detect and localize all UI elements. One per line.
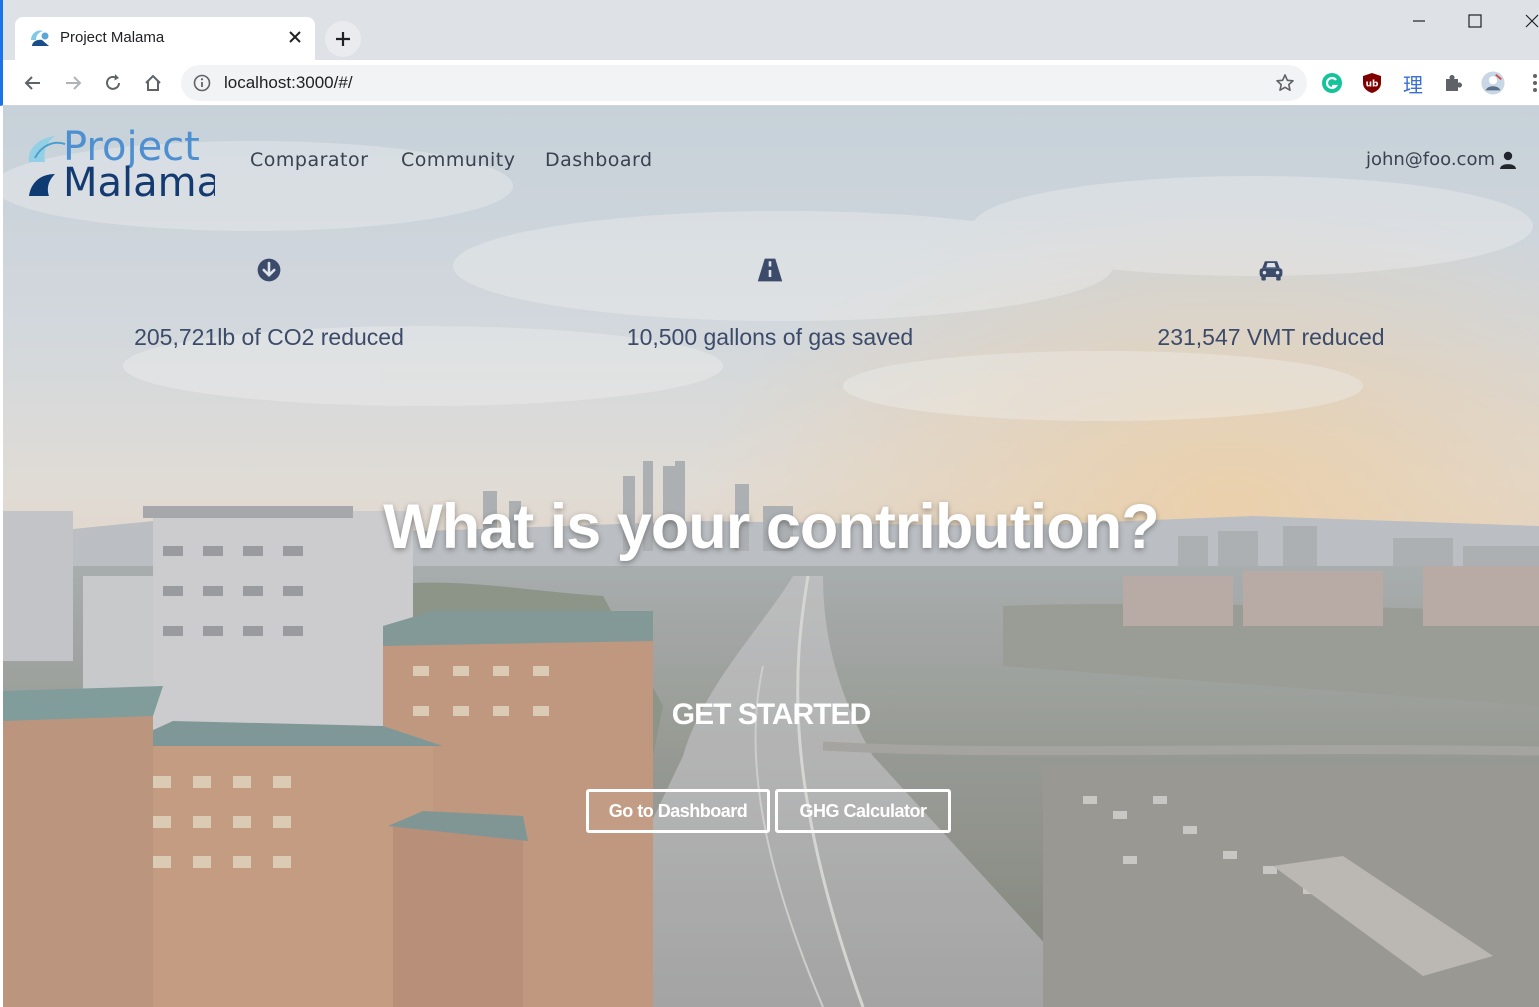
browser-toolbar: localhost:3000/#/ ub 理 <box>0 60 1539 106</box>
nav-link-comparator[interactable]: Comparator <box>250 149 368 171</box>
forward-arrow-icon[interactable] <box>60 70 86 96</box>
arrow-down-circle-icon <box>257 258 281 282</box>
logo-graphic-icon: Project Malama <box>28 124 221 206</box>
user-email: john@foo.com <box>1365 149 1495 170</box>
address-bar-url: localhost:3000/#/ <box>224 73 353 92</box>
ghg-calculator-button[interactable]: GHG Calculator <box>775 789 951 833</box>
close-tab-icon[interactable] <box>285 27 305 47</box>
page-viewport: Project Malama Comparator Community Dash… <box>3 106 1539 1007</box>
browser-tab[interactable]: Project Malama <box>15 17 315 60</box>
ublock-extension-icon[interactable]: ub <box>1360 71 1384 95</box>
project-malama-logo[interactable]: Project Malama <box>25 120 221 206</box>
profile-avatar-icon[interactable] <box>1481 71 1505 95</box>
logo-word-malama: Malama <box>63 160 215 200</box>
stat-vmt: 231,547 VMT reduced <box>1061 256 1481 351</box>
svg-text:ub: ub <box>1366 80 1379 90</box>
car-icon <box>1259 261 1283 281</box>
browser-tabstrip: Project Malama <box>0 0 1539 60</box>
site-favicon-icon <box>31 30 49 46</box>
stat-vmt-text: 231,547 VMT reduced <box>1157 324 1385 350</box>
nav-link-community[interactable]: Community <box>401 149 515 171</box>
maximize-window-icon[interactable] <box>1464 10 1486 32</box>
stat-co2: 205,721lb of CO2 reduced <box>59 256 479 351</box>
reload-icon[interactable] <box>100 70 126 96</box>
browser-menu-icon[interactable] <box>1523 71 1539 95</box>
dictionary-extension-icon[interactable]: 理 <box>1401 71 1425 97</box>
user-icon <box>1500 151 1516 169</box>
get-started-heading: GET STARTED <box>671 698 871 731</box>
nav-link-dashboard[interactable]: Dashboard <box>545 149 653 171</box>
bookmark-star-icon[interactable] <box>1275 73 1295 93</box>
back-arrow-icon[interactable] <box>20 70 46 96</box>
plus-icon <box>336 32 350 46</box>
ideogram-label: 理 <box>1403 72 1423 97</box>
new-tab-button[interactable] <box>325 21 361 57</box>
stat-co2-text: 205,721lb of CO2 reduced <box>134 324 404 350</box>
site-info-icon[interactable] <box>193 74 211 92</box>
puzzle-extensions-icon[interactable] <box>1441 71 1465 95</box>
address-bar[interactable]: localhost:3000/#/ <box>181 65 1307 101</box>
close-window-icon[interactable] <box>1521 10 1539 32</box>
grammarly-extension-icon[interactable] <box>1320 71 1344 95</box>
stat-gas-text: 10,500 gallons of gas saved <box>626 324 914 350</box>
user-menu[interactable]: john@foo.com <box>1366 149 1517 170</box>
minimize-window-icon[interactable] <box>1408 10 1430 32</box>
hero-headline: What is your contribution? <box>383 492 1159 562</box>
stat-gas: 10,500 gallons of gas saved <box>560 256 980 351</box>
road-icon <box>757 258 783 282</box>
site-header: Project Malama Comparator Community Dash… <box>3 106 1539 216</box>
home-icon[interactable] <box>140 70 166 96</box>
go-to-dashboard-button[interactable]: Go to Dashboard <box>586 789 770 833</box>
tab-title: Project Malama <box>60 29 165 46</box>
